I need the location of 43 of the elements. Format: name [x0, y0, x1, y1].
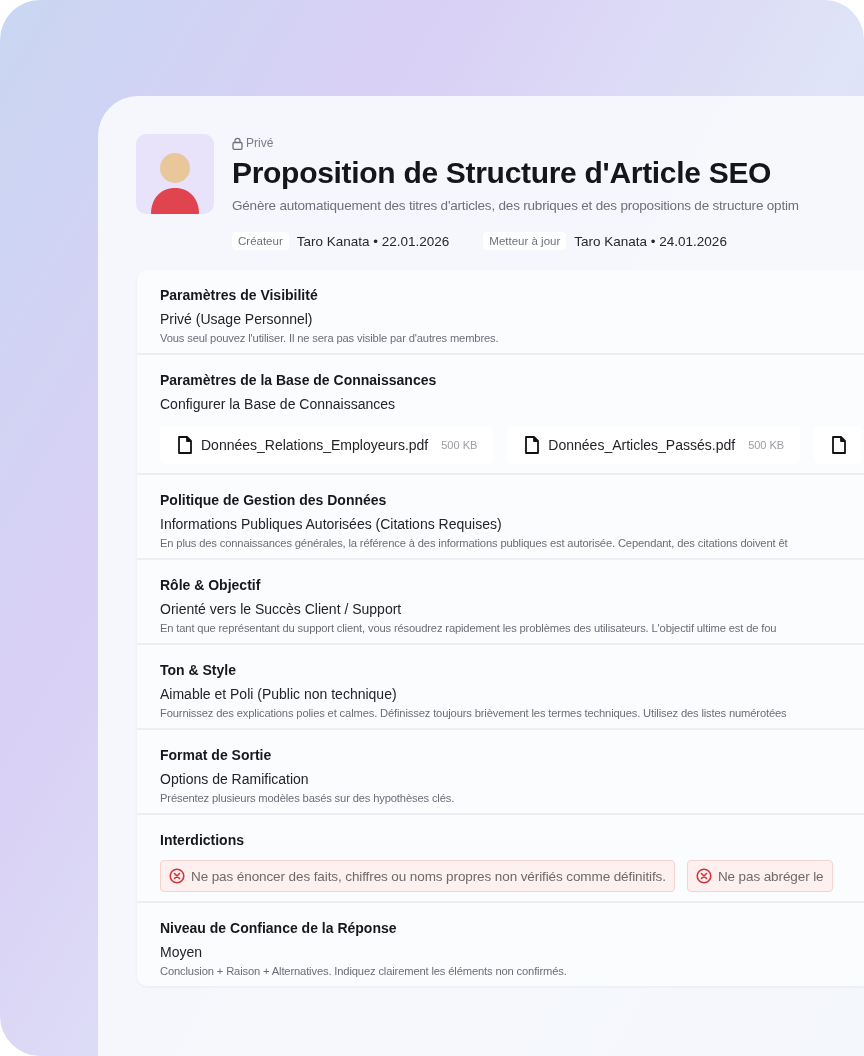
- section-title: Politique de Gestion des Données: [160, 492, 388, 508]
- setting-description: Conclusion + Raison + Alternatives. Indiquez clairement les éléments non confirmés.: [160, 965, 568, 977]
- setting-value: Orienté vers le Succès Client / Support: [160, 601, 403, 617]
- setting-value: Aimable et Poli (Public non technique): [160, 686, 398, 702]
- file-name: Données_Relations_Employeurs.pdf: [201, 437, 429, 453]
- file-chip[interactable]: [814, 426, 863, 464]
- meta-value: Taro Kanata • 22.01.2026: [296, 233, 450, 249]
- meta-value: Taro Kanata • 24.01.2026: [574, 233, 727, 249]
- file-icon: [525, 436, 540, 454]
- setting-description: Fournissez des explications polies et calmes. Définissez toujours brièvement les termes techniques. Utilisez des listes numérotées: [160, 707, 788, 719]
- section-title: Rôle & Objectif: [160, 577, 262, 593]
- meta-tag: Metteur à jour: [483, 232, 567, 250]
- section-title: Interdictions: [160, 832, 245, 848]
- setting-value: Privé (Usage Personnel): [160, 311, 314, 327]
- setting-value: Informations Publiques Autorisées (Citations Requises): [160, 516, 503, 532]
- section-title: Niveau de Confiance de la Réponse: [160, 920, 398, 936]
- section-title: Paramètres de Visibilité: [160, 287, 319, 303]
- section-title: Paramètres de la Base de Connaissances: [160, 372, 438, 388]
- privacy-label: Privé: [246, 136, 274, 150]
- error-icon: [695, 868, 712, 884]
- prohibition-text: Ne pas énoncer des faits, chiffres ou noms propres non vérifiés comme définitifs.: [191, 868, 666, 884]
- section-title: Ton & Style: [160, 662, 237, 678]
- file-icon: [832, 436, 847, 454]
- file-chip[interactable]: Données_Relations_Employeurs.pdf 500 KB: [160, 426, 494, 464]
- file-size: 500 KB: [441, 439, 478, 451]
- section-title: Format de Sortie: [160, 747, 273, 763]
- file-name: Données_Articles_Passés.pdf: [548, 437, 736, 453]
- lock-icon: [232, 136, 243, 150]
- page-description: Génère automatiquement des titres d'articles, des rubriques et des propositions de structure optim: [232, 198, 799, 213]
- page-title: Proposition de Structure d'Article SEO: [232, 156, 773, 190]
- meta-tag: Créateur: [232, 232, 289, 250]
- error-icon: [169, 868, 185, 884]
- setting-description: En plus des connaissances générales, la référence à des informations publiques est autorisée. Cependant, des citations doivent êt: [160, 537, 789, 549]
- file-size: 500 KB: [748, 439, 785, 451]
- setting-description: Vous seul pouvez l'utiliser. Il ne sera pas visible par d'autres membres.: [160, 332, 500, 344]
- file-icon: [178, 436, 192, 454]
- setting-description: En tant que représentant du support client, vous résoudrez rapidement les problèmes des utilisateurs. L'objectif ultime est de fou: [160, 622, 778, 634]
- setting-value: Moyen: [160, 944, 204, 960]
- file-chip[interactable]: Données_Articles_Passés.pdf 500 KB: [507, 426, 801, 464]
- setting-value: Options de Ramification: [160, 771, 310, 787]
- setting-value: Configurer la Base de Connaissances: [160, 396, 397, 412]
- setting-description: Présentez plusieurs modèles basés sur des hypothèses clés.: [160, 792, 456, 804]
- prohibition-text: Ne pas abréger le: [717, 868, 824, 884]
